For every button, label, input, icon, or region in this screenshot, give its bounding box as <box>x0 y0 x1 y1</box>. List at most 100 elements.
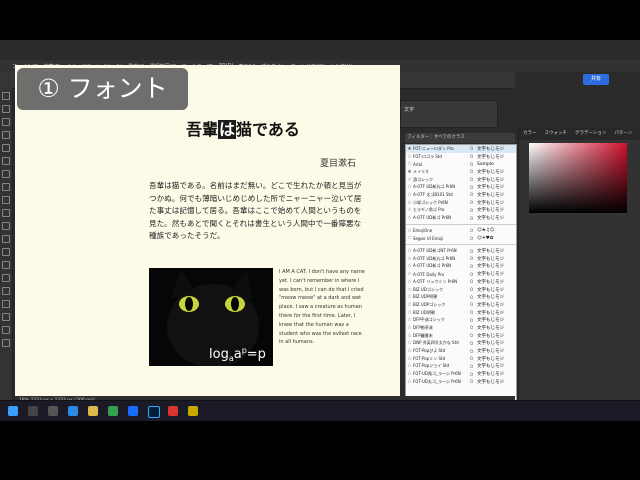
history-tool-icon[interactable] <box>2 209 10 217</box>
font-list-item[interactable]: ☆ FOT-Popジョイ Std O 文字もじモジ <box>406 363 516 371</box>
favorite-star-icon[interactable]: ☆ <box>406 154 413 160</box>
font-list-item[interactable]: ☆ BIZ UDPゴシック O 文字もじモジ <box>406 301 516 309</box>
font-list-item[interactable]: ☆ FOT-Popミン Std O 文字もじモジ <box>406 355 516 363</box>
eraser-tool-icon[interactable] <box>2 222 10 230</box>
marquee-tool-icon[interactable] <box>2 105 10 113</box>
search-icon[interactable] <box>28 406 38 416</box>
font-list-item[interactable]: ☆ DFP平成ゴシック O 文字もじモジ <box>406 316 516 324</box>
font-list-item[interactable]: ☆ EmojiOne O ☺★♫☺ <box>406 227 516 235</box>
tab-patterns[interactable]: パターン <box>614 130 632 140</box>
eyedropper-tool-icon[interactable] <box>2 157 10 165</box>
blur-tool-icon[interactable] <box>2 248 10 256</box>
favorite-star-icon[interactable]: ☆ <box>406 207 413 213</box>
brush-tool-icon[interactable] <box>2 183 10 191</box>
favorite-star-icon[interactable]: ☆ <box>406 363 413 369</box>
favorite-star-icon[interactable]: ☆ <box>406 279 413 285</box>
hand-tool-icon[interactable] <box>2 326 10 334</box>
pen-tool-icon[interactable] <box>2 274 10 282</box>
favorite-star-icon[interactable]: ☆ <box>406 235 413 241</box>
font-list-item[interactable]: ☆ A-OTF UD新ゴ Pr6N O 文字もじモジ <box>406 263 516 271</box>
crop-tool-icon[interactable] <box>2 144 10 152</box>
font-list-item[interactable]: ☆ A-OTF UD新ゴNT Pr6N O 文字もじモジ <box>406 247 516 255</box>
font-list-item[interactable]: ☆ DNP 秀英四号太かな Std O 文字もじモジ <box>406 340 516 348</box>
favorite-star-icon[interactable]: ☆ <box>406 317 413 323</box>
tab-color[interactable]: カラー <box>523 130 537 140</box>
font-list-item[interactable]: ☆ A-OTF 太ゴB101 Std O 文字もじモジ <box>406 191 516 199</box>
font-list-item[interactable]: ☆ FOT-UD丸ゴ_ラージ Pr6N O 文字もじモジ <box>406 378 516 386</box>
font-list-item[interactable]: ☆ FOT-UD角ゴ_ラージ Pr6N O 文字もじモジ <box>406 370 516 378</box>
lasso-tool-icon[interactable] <box>2 118 10 126</box>
font-list-item[interactable]: ☆ 游ゴシック O 文字もじモジ <box>406 176 516 184</box>
font-list-item[interactable]: ☆ ヒラギノ角ゴ Pro O 文字もじモジ <box>406 207 516 215</box>
favorite-star-icon[interactable]: ☆ <box>406 200 413 206</box>
font-list-item[interactable]: ☆ FOT-Popびよ Std O 文字もじモジ <box>406 347 516 355</box>
edge-icon[interactable] <box>68 406 78 416</box>
app-icon[interactable] <box>128 406 138 416</box>
path-tool-icon[interactable] <box>2 300 10 308</box>
favorite-star-icon[interactable]: ★ <box>406 169 413 175</box>
illustrator-icon[interactable] <box>188 406 198 416</box>
font-list-item[interactable]: ☆ DFP勘亭流 O 文字もじモジ <box>406 324 516 332</box>
favorite-star-icon[interactable]: ☆ <box>406 333 413 339</box>
favorite-star-icon[interactable]: ☆ <box>406 184 413 190</box>
chrome-icon[interactable] <box>108 406 118 416</box>
font-list-item[interactable]: ☆ A-OTF UD新丸ゴ Pr6N O 文字もじモジ <box>406 183 516 191</box>
heal-tool-icon[interactable] <box>2 170 10 178</box>
font-list-item[interactable]: ☆ BIZ UDゴシック O 文字もじモジ <box>406 286 516 294</box>
color-picker-field[interactable] <box>529 143 627 213</box>
taskview-icon[interactable] <box>48 406 58 416</box>
favorite-star-icon[interactable]: ☆ <box>406 310 413 316</box>
font-list-item[interactable]: ☆ BIZ UD明朝 O 文字もじモジ <box>406 309 516 317</box>
type-tool-icon[interactable] <box>2 287 10 295</box>
favorite-star-icon[interactable]: ☆ <box>406 325 413 331</box>
favorite-star-icon[interactable]: ☆ <box>406 348 413 354</box>
favorite-star-icon[interactable]: ☆ <box>406 215 413 221</box>
select-tool-icon[interactable] <box>2 131 10 139</box>
font-dropdown-list[interactable]: ★ FOT-ニューロダン Pro O 文字もじモジ ☆ FOT-ロゴラ Std O 文字もじモ… <box>405 144 517 408</box>
favorite-star-icon[interactable]: ☆ <box>406 256 413 262</box>
font-filter[interactable]: フィルター：すべてのクラス <box>405 133 515 143</box>
font-list-item[interactable]: ☆ BIZ UDP明朝 O 文字もじモジ <box>406 293 516 301</box>
dodge-tool-icon[interactable] <box>2 261 10 269</box>
favorite-star-icon[interactable]: ☆ <box>406 340 413 346</box>
font-list-item[interactable]: ★ メイリオ O 文字もじモジ <box>406 168 516 176</box>
font-name: EmojiOne <box>413 228 433 234</box>
favorite-star-icon[interactable]: ☆ <box>406 228 413 234</box>
font-list-item[interactable]: ★ FOT-ニューロダン Pro O 文字もじモジ <box>406 145 516 153</box>
start-icon[interactable] <box>8 406 18 416</box>
font-list-item[interactable]: ☆ Segoe UI Emoji O ☺☀♥✿ <box>406 235 516 243</box>
favorite-star-icon[interactable]: ☆ <box>406 287 413 293</box>
favorite-star-icon[interactable]: ★ <box>406 146 413 152</box>
favorite-star-icon[interactable]: ☆ <box>406 248 413 254</box>
tab-gradients[interactable]: グラデーション <box>575 130 606 140</box>
font-list-item[interactable]: ☆ 小塚ゴシック Pr6N O 文字もじモジ <box>406 199 516 207</box>
font-list-item[interactable]: ☆ DFP麗雅宋 O 文字もじモジ <box>406 332 516 340</box>
font-list-item[interactable]: ☆ A-OTF UD新ゴ Pr6N O 文字もじモジ <box>406 214 516 222</box>
move-tool-icon[interactable] <box>2 92 10 100</box>
favorite-star-icon[interactable]: ☆ <box>406 192 413 198</box>
favorite-star-icon[interactable]: ☆ <box>406 379 413 385</box>
document-title[interactable]: 吾輩は猫である <box>186 116 300 140</box>
photoshop-icon[interactable] <box>148 406 160 418</box>
favorite-star-icon[interactable]: ☆ <box>406 161 413 167</box>
favorite-star-icon[interactable]: ☆ <box>406 177 413 183</box>
favorite-star-icon[interactable]: ☆ <box>406 356 413 362</box>
shape-tool-icon[interactable] <box>2 313 10 321</box>
font-list-item[interactable]: ☆ Arial O Sample <box>406 160 516 168</box>
gradient-tool-icon[interactable] <box>2 235 10 243</box>
stamp-tool-icon[interactable] <box>2 196 10 204</box>
zoom-tool-icon[interactable] <box>2 339 10 347</box>
font-list-item[interactable]: ☆ FOT-ロゴラ Std O 文字もじモジ <box>406 153 516 161</box>
favorite-star-icon[interactable]: ☆ <box>406 371 413 377</box>
favorite-star-icon[interactable]: ☆ <box>406 294 413 300</box>
share-button[interactable]: 共有 <box>583 74 609 85</box>
favorite-star-icon[interactable]: ☆ <box>406 263 413 269</box>
font-list-item[interactable]: ☆ A-OTF リュウミン Pr6N O 文字もじモジ <box>406 278 516 286</box>
font-list-item[interactable]: ☆ A-OTF Daily Pro O 文字もじモジ <box>406 270 516 278</box>
recorder-icon[interactable] <box>168 406 178 416</box>
tab-swatches[interactable]: スウォッチ <box>545 130 568 140</box>
favorite-star-icon[interactable]: ☆ <box>406 271 413 277</box>
font-list-item[interactable]: ☆ A-OTF UD新丸ゴ Pr6N O 文字もじモジ <box>406 255 516 263</box>
favorite-star-icon[interactable]: ☆ <box>406 302 413 308</box>
folder-icon[interactable] <box>88 406 98 416</box>
